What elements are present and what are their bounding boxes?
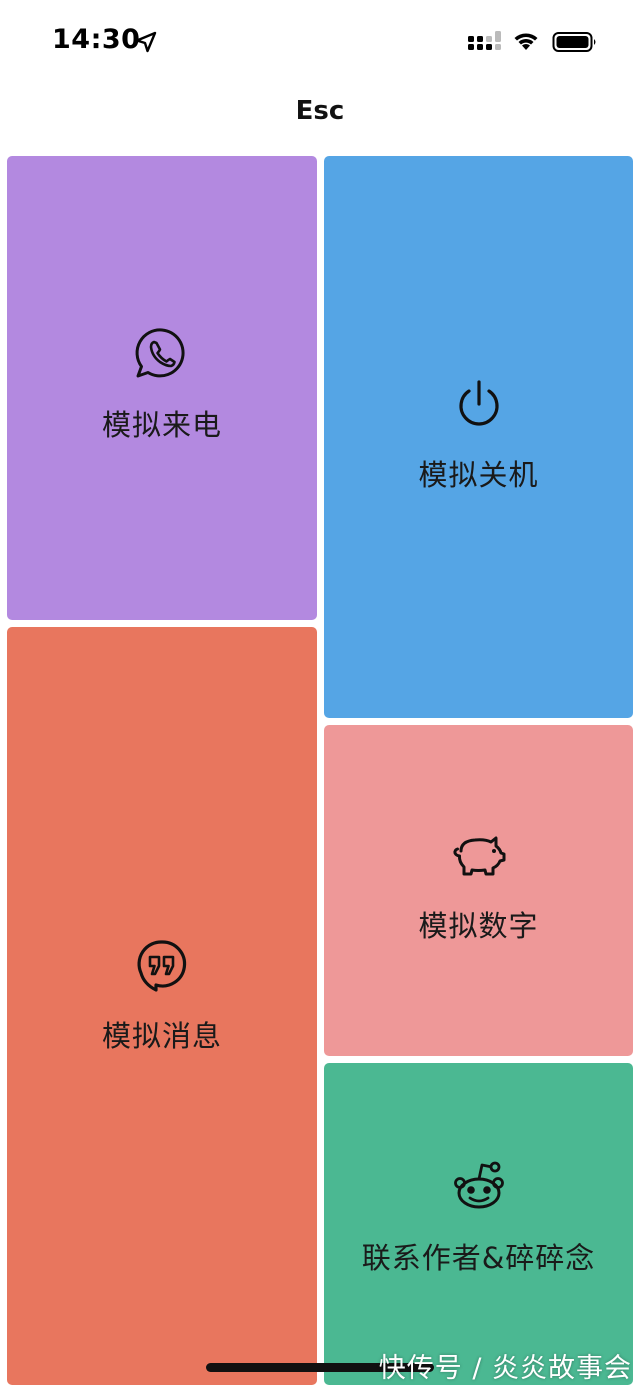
tile-label: 模拟关机 (418, 458, 539, 492)
battery-icon (552, 32, 596, 52)
tile-simulate-shutdown[interactable]: 模拟关机 (324, 156, 633, 718)
tile-label: 模拟消息 (101, 1019, 222, 1053)
tile-contact-author[interactable]: 联系作者&碎碎念 (324, 1063, 633, 1385)
reddit-alien-icon (453, 1161, 504, 1209)
tile-simulate-number[interactable]: 模拟数字 (324, 725, 633, 1056)
tile-simulate-call[interactable]: 模拟来电 (7, 156, 317, 620)
tile-label: 模拟数字 (418, 909, 539, 943)
status-time: 14:30 (52, 24, 141, 55)
page-title[interactable]: Esc (0, 96, 640, 126)
whatsapp-phone-icon (135, 328, 185, 378)
power-icon (458, 380, 499, 426)
wifi-icon (514, 33, 538, 50)
quote-bubble-icon (137, 940, 187, 992)
watermark: 快传号 / 炎炎故事会 (378, 1353, 632, 1384)
status-bar: 14:30 (0, 0, 640, 84)
tile-label: 联系作者&碎碎念 (361, 1241, 596, 1275)
cellular-signal-icon (468, 31, 501, 50)
piggy-bank-icon (452, 836, 505, 876)
tile-simulate-message[interactable]: 模拟消息 (7, 627, 317, 1385)
tile-label: 模拟来电 (101, 408, 222, 442)
location-arrow-icon (135, 31, 157, 53)
